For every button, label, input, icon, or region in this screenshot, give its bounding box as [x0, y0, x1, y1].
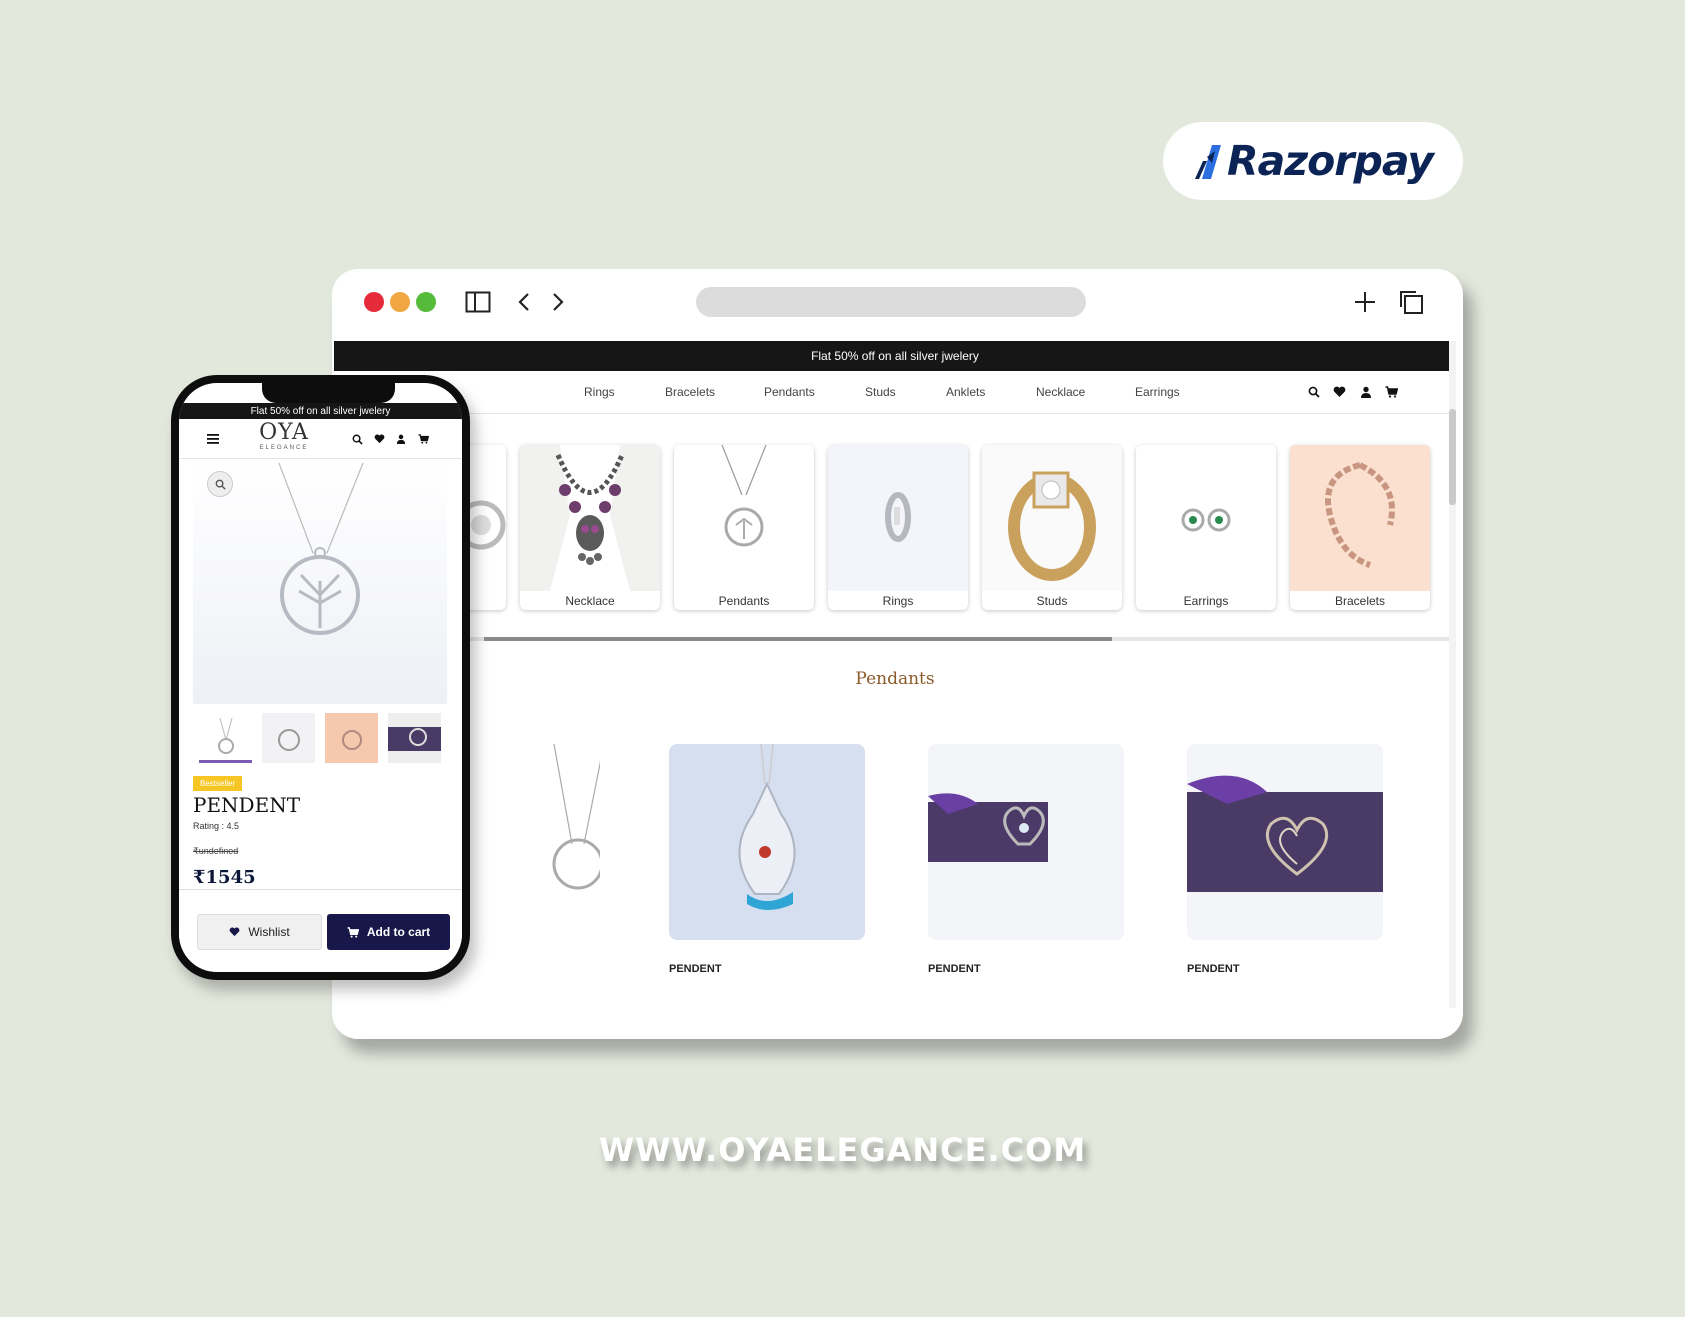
razorpay-badge: Razorpay	[1163, 122, 1463, 200]
nav-item-pendants[interactable]: Pendants	[764, 385, 815, 399]
forward-arrow-icon[interactable]	[548, 289, 568, 315]
nav-item-studs[interactable]: Studs	[865, 385, 896, 399]
wishlist-button[interactable]: Wishlist	[197, 914, 322, 950]
product-card[interactable]: PENDENT	[928, 744, 1124, 975]
thumbnail-4[interactable]	[388, 713, 441, 763]
mobile-screen: Flat 50% off on all silver jwelery OYA E…	[179, 383, 462, 972]
category-label: Earrings	[1183, 594, 1229, 608]
mobile-promo-banner: Flat 50% off on all silver jwelery	[179, 403, 462, 419]
heart-icon	[229, 927, 240, 937]
sidebar-toggle-icon[interactable]	[464, 289, 492, 315]
gold-ring-image	[982, 445, 1122, 591]
category-card-bracelets[interactable]: Bracelets	[1290, 445, 1430, 610]
minimize-window-button[interactable]	[390, 292, 410, 312]
zoom-search-icon[interactable]	[207, 471, 233, 497]
heart-icon[interactable]	[372, 432, 386, 446]
web-page-viewport: Flat 50% off on all silver jwelery Rings…	[334, 341, 1456, 1008]
back-arrow-icon[interactable]	[514, 289, 534, 315]
nav-item-earrings[interactable]: Earrings	[1135, 385, 1180, 399]
earrings-image	[1136, 445, 1276, 591]
page-scrollbar[interactable]	[1449, 341, 1456, 1008]
category-label: Studs	[1036, 594, 1068, 608]
category-card-pendants[interactable]: Pendants	[674, 445, 814, 610]
cart-icon[interactable]	[416, 432, 430, 446]
nav-icon-group	[1306, 384, 1399, 399]
bracelet-image	[1290, 445, 1430, 591]
promo-banner: Flat 50% off on all silver jwelery	[334, 341, 1456, 371]
add-to-cart-button[interactable]: Add to cart	[327, 914, 450, 950]
category-label: Bracelets	[1334, 594, 1386, 608]
hamburger-menu-icon[interactable]	[207, 431, 219, 448]
thumbnail-3[interactable]	[325, 713, 378, 763]
category-label: Necklace	[565, 594, 615, 608]
new-tab-plus-icon[interactable]	[1352, 289, 1378, 315]
main-nav: Rings Bracelets Pendants Studs Anklets N…	[334, 371, 1456, 414]
ring-image	[828, 445, 968, 591]
logo-main-text: OYA	[259, 420, 309, 445]
category-card-necklace[interactable]: Necklace	[520, 445, 660, 610]
address-bar[interactable]	[696, 287, 1086, 317]
heart-icon[interactable]	[1332, 384, 1347, 399]
category-label: Pendants	[718, 594, 770, 608]
thumbnail-2[interactable]	[262, 713, 315, 763]
carousel-scrollbar[interactable]	[334, 637, 1456, 641]
category-card-earrings[interactable]: Earrings	[1136, 445, 1276, 610]
thumbnail-1[interactable]	[199, 713, 252, 763]
phone-notch	[262, 383, 395, 403]
love-heart-pendant-image	[1187, 744, 1383, 940]
add-to-cart-label: Add to cart	[366, 925, 431, 939]
nav-item-rings[interactable]: Rings	[584, 385, 615, 399]
product-thumbnails	[199, 713, 441, 763]
category-card-rings[interactable]: Rings	[828, 445, 968, 610]
cart-icon	[347, 926, 359, 938]
maximize-window-button[interactable]	[416, 292, 436, 312]
product-name: PENDENT	[928, 963, 981, 975]
wishlist-label: Wishlist	[248, 925, 290, 939]
pendant-image	[674, 445, 814, 591]
page-scrollbar-thumb[interactable]	[1449, 409, 1456, 505]
category-label: Rings	[882, 594, 914, 608]
product-card[interactable]: PENDENT	[1187, 744, 1383, 975]
razorpay-logo-icon	[1195, 145, 1222, 179]
search-icon[interactable]	[350, 432, 364, 446]
mobile-header-icons	[350, 432, 430, 446]
nav-item-necklace[interactable]: Necklace	[1036, 385, 1085, 399]
product-hero-image[interactable]	[193, 462, 447, 704]
tab-overview-icon[interactable]	[1398, 289, 1424, 315]
product-rating: Rating : 4.5	[193, 821, 240, 831]
mobile-action-bar: Wishlist Add to cart	[179, 889, 462, 972]
logo-sub-text: ELEGANCE	[259, 445, 309, 451]
mobile-header: OYA ELEGANCE	[179, 419, 462, 459]
nav-item-bracelets[interactable]: Bracelets	[665, 385, 715, 399]
search-icon[interactable]	[1306, 384, 1321, 399]
product-title: PENDENT	[193, 793, 301, 817]
necklace-image	[520, 445, 660, 591]
nav-item-anklets[interactable]: Anklets	[946, 385, 985, 399]
peacock-pendant-image	[669, 744, 865, 940]
product-card[interactable]: PENDENT	[669, 744, 865, 975]
carousel-scrollbar-thumb[interactable]	[484, 637, 1112, 641]
mobile-device: Flat 50% off on all silver jwelery OYA E…	[171, 375, 470, 980]
heart-pendant-image	[928, 744, 1124, 940]
website-url: WWW.OYAELEGANCE.COM	[598, 1131, 1087, 1169]
bestseller-badge: Bestseller	[193, 776, 243, 791]
oya-logo[interactable]: OYA ELEGANCE	[249, 420, 319, 452]
user-icon[interactable]	[1358, 384, 1373, 399]
user-icon[interactable]	[394, 432, 408, 446]
browser-toolbar	[332, 269, 1463, 341]
cart-icon[interactable]	[1384, 384, 1399, 399]
product-name: PENDENT	[1187, 963, 1240, 975]
product-price: ₹1545	[193, 867, 256, 888]
category-card-studs[interactable]: Studs	[982, 445, 1122, 610]
product-name: PENDENT	[669, 963, 722, 975]
close-window-button[interactable]	[364, 292, 384, 312]
browser-window: Flat 50% off on all silver jwelery Rings…	[332, 269, 1463, 1039]
original-price: ₹undefined	[193, 846, 239, 856]
section-title: Pendants	[855, 669, 935, 689]
razorpay-wordmark: Razorpay	[1227, 137, 1434, 185]
